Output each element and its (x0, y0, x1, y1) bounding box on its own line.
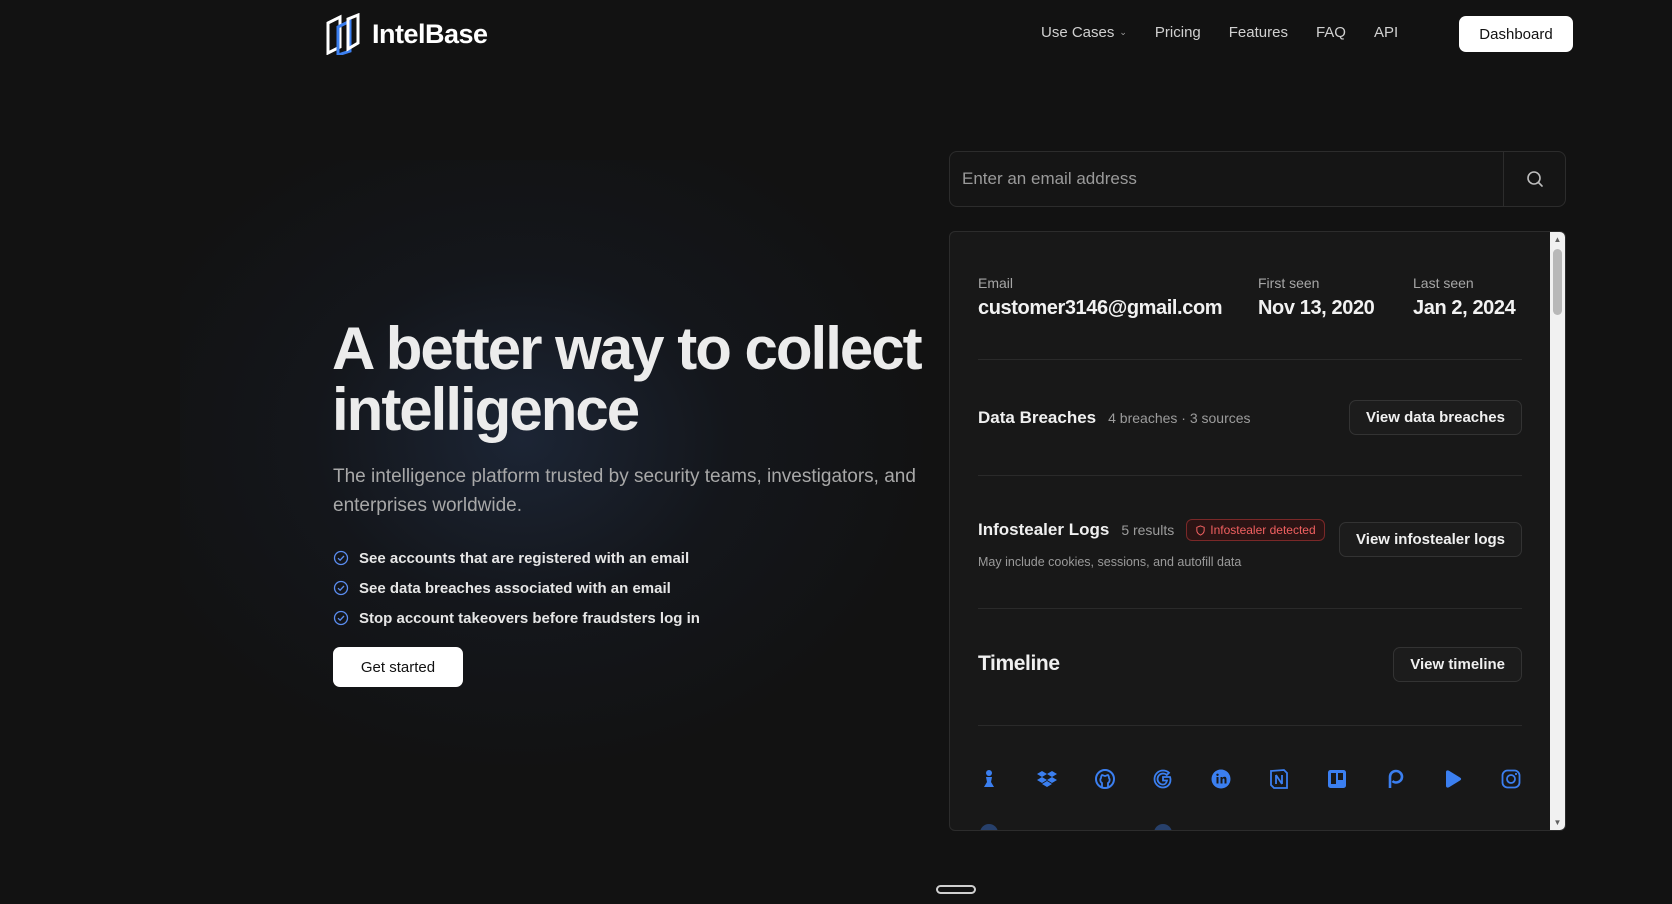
scroll-thumb[interactable] (1553, 249, 1562, 315)
infostealer-meta: 5 results (1121, 522, 1175, 538)
divider (978, 359, 1522, 360)
view-timeline-button[interactable]: View timeline (1393, 647, 1522, 682)
nav-item-faq[interactable]: FAQ (1316, 24, 1346, 41)
first-seen-label: First seen (1258, 275, 1320, 291)
email-meta: Email customer3146@gmail.com (978, 275, 1223, 320)
brand-name: IntelBase (372, 18, 488, 49)
breaches-title: Data Breaches (978, 408, 1097, 427)
breaches-meta: 4 breaches · 3 sources (1108, 410, 1251, 426)
last-seen-value: Jan 2, 2024 (1413, 297, 1516, 319)
service-icons-row (978, 768, 1522, 790)
email-value: customer3146@gmail.com (978, 297, 1223, 319)
scroll-up-arrow-icon[interactable]: ▲ (1550, 232, 1565, 247)
card-scrollbar[interactable]: ▲ ▼ (1550, 232, 1565, 830)
trello-icon[interactable] (1326, 768, 1348, 790)
breaches-row: Data Breaches 4 breaches · 3 sources (978, 408, 1251, 428)
brand-logo[interactable]: IntelBase (324, 13, 488, 55)
nav-item-label: Pricing (1154, 24, 1201, 41)
hero-title-line1: A better way to collect (332, 315, 923, 382)
feature-item: Stop account takeovers before fraudsters… (333, 603, 700, 633)
divider (978, 608, 1522, 609)
feature-text: See data breaches associated with an ema… (359, 579, 671, 597)
timeline-row: Timeline (978, 652, 1060, 676)
get-started-button[interactable]: Get started (333, 647, 463, 687)
chevron-down-icon: ⌄ (1119, 27, 1127, 37)
feature-list: See accounts that are registered with an… (333, 543, 700, 633)
scroll-indicator (936, 885, 976, 894)
nav-item-api[interactable]: API (1374, 24, 1398, 41)
divider (978, 475, 1522, 476)
nav-item-use-cases[interactable]: Use Cases ⌄ (1041, 24, 1127, 41)
view-infostealer-logs-button[interactable]: View infostealer logs (1339, 522, 1522, 557)
nav-item-label: FAQ (1315, 24, 1346, 41)
email-search-bar (949, 151, 1566, 207)
feature-item: See accounts that are registered with an… (333, 543, 700, 573)
patreon-icon[interactable] (1384, 768, 1406, 790)
linkedin-icon[interactable] (1210, 768, 1232, 790)
result-card: Email customer3146@gmail.com First seen … (949, 231, 1566, 831)
scroll-down-arrow-icon[interactable]: ▼ (1550, 815, 1565, 830)
last-seen-meta: Last seen Jan 2, 2024 (1413, 275, 1516, 320)
nav-item-label: Features (1228, 24, 1288, 41)
shield-alert-icon (1196, 524, 1205, 536)
infostealer-note: May include cookies, sessions, and autof… (978, 555, 1242, 569)
badge-label: Infostealer detected (1210, 523, 1316, 537)
first-seen-meta: First seen Nov 13, 2020 (1258, 275, 1375, 320)
divider (978, 725, 1522, 726)
first-seen-value: Nov 13, 2020 (1258, 297, 1375, 319)
timeline-title: Timeline (978, 652, 1060, 675)
notion-icon[interactable] (1268, 768, 1290, 790)
check-circle-icon (333, 610, 349, 626)
infostealer-row: Infostealer Logs 5 results Infostealer d… (978, 519, 1325, 569)
instagram-icon[interactable] (1500, 768, 1522, 790)
hero-subtitle: The intelligence platform trusted by sec… (333, 466, 916, 516)
github-icon[interactable] (1094, 768, 1116, 790)
search-button[interactable] (1503, 152, 1565, 206)
hero-title-line2: intelligence (332, 376, 640, 443)
view-data-breaches-button[interactable]: View data breaches (1349, 400, 1522, 435)
check-circle-icon (333, 580, 349, 596)
check-circle-icon (333, 550, 349, 566)
last-seen-label: Last seen (1413, 275, 1474, 291)
service-icon[interactable] (980, 824, 998, 830)
feature-item: See data breaches associated with an ema… (333, 573, 700, 603)
hero-title: A better way to collect intelligence (332, 318, 972, 440)
infostealer-title: Infostealer Logs (978, 520, 1110, 539)
infostealer-detected-badge: Infostealer detected (1186, 519, 1325, 541)
nav-item-features[interactable]: Features (1229, 24, 1288, 41)
dashboard-button[interactable]: Dashboard (1459, 16, 1573, 52)
nav-item-pricing[interactable]: Pricing (1155, 24, 1201, 41)
logo-icon (326, 13, 360, 55)
feature-text: See accounts that are registered with an… (359, 549, 690, 567)
search-icon (1526, 171, 1543, 187)
nav-item-label: Use Cases (1041, 24, 1115, 41)
email-search-input[interactable] (950, 152, 1503, 206)
main-nav: Use Cases ⌄ Pricing Features FAQ API (1041, 24, 1398, 41)
chess-pawn-icon[interactable] (978, 768, 1000, 790)
nav-item-label: API (1373, 24, 1399, 41)
email-label: Email (978, 275, 1014, 291)
play-icon[interactable] (1442, 768, 1464, 790)
service-icon[interactable] (1154, 824, 1172, 830)
dropbox-icon[interactable] (1036, 768, 1058, 790)
google-icon[interactable] (1152, 768, 1174, 790)
feature-text: Stop account takeovers before fraudsters… (359, 609, 700, 627)
